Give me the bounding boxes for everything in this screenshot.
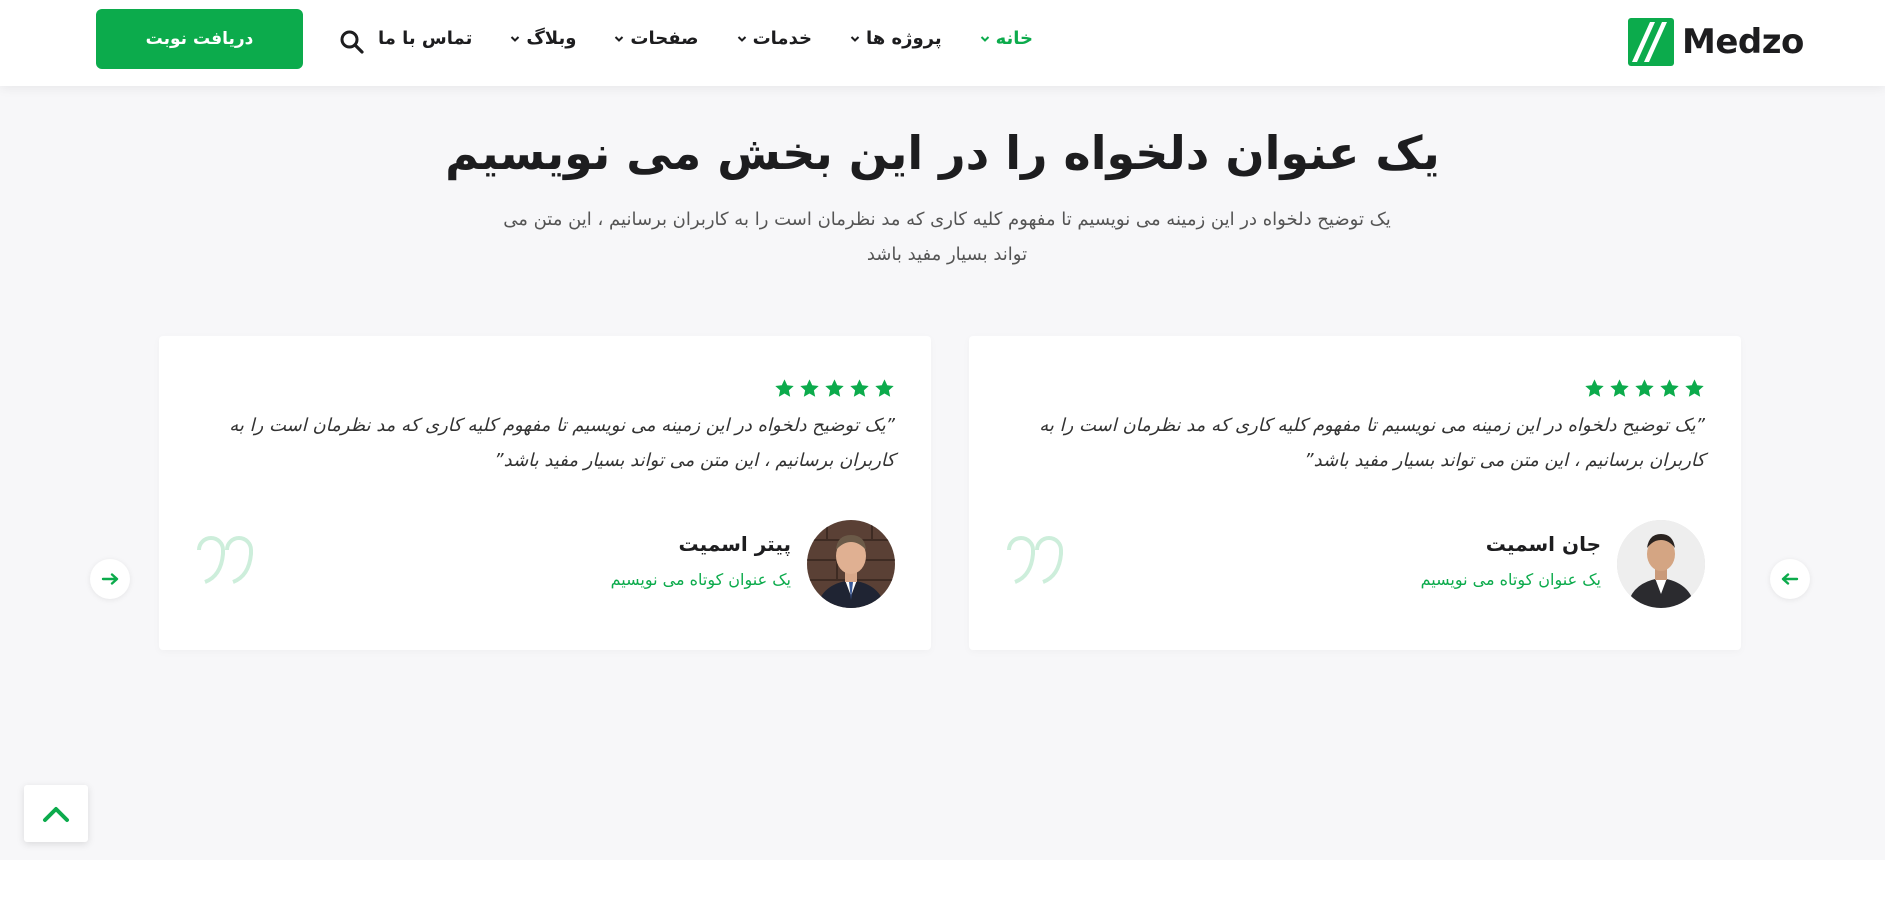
nav-item-label: خانه bbox=[995, 28, 1033, 49]
chevron-down-icon bbox=[615, 35, 624, 42]
logo-text: Medzo bbox=[1682, 22, 1804, 62]
nav-item-home[interactable]: خانه bbox=[980, 28, 1033, 49]
star-icon bbox=[875, 379, 894, 397]
avatar bbox=[807, 520, 895, 608]
chevron-down-icon bbox=[980, 35, 989, 42]
person-photo-icon bbox=[1617, 520, 1705, 608]
testimonial-quote: ”یک توضیح دلخواه در این زمینه می نویسیم … bbox=[229, 415, 895, 471]
person-photo-icon bbox=[807, 520, 895, 608]
chevron-down-icon bbox=[737, 35, 746, 42]
nav-item-label: وبلاگ bbox=[526, 28, 577, 49]
nav-item-pages[interactable]: صفحات bbox=[614, 28, 699, 49]
carousel-prev-button[interactable] bbox=[1770, 559, 1810, 599]
chevron-up-icon bbox=[43, 806, 69, 822]
arrow-right-icon bbox=[101, 573, 119, 585]
avatar bbox=[1617, 520, 1705, 608]
site-header: Medzo خانه پروژه ها خدمات صفحات وبلاگ تم… bbox=[0, 0, 1885, 86]
star-icon bbox=[800, 379, 819, 397]
carousel-next-button[interactable] bbox=[90, 559, 130, 599]
arrow-left-icon bbox=[1781, 573, 1799, 585]
get-appointment-button[interactable]: دریافت نوبت bbox=[96, 9, 303, 69]
nav-item-blog[interactable]: وبلاگ bbox=[510, 28, 576, 49]
star-rating bbox=[1584, 378, 1705, 399]
nav-item-contact[interactable]: تماس با ما bbox=[378, 28, 472, 49]
section-subtitle: یک توضیح دلخواه در این زمینه می نویسیم ت… bbox=[503, 209, 1391, 265]
main-nav: خانه پروژه ها خدمات صفحات وبلاگ تماس با … bbox=[378, 28, 1033, 49]
section-title: یک عنوان دلخواه را در این بخش می نویسیم bbox=[445, 126, 1440, 180]
nav-item-label: تماس با ما bbox=[377, 28, 473, 49]
star-icon bbox=[1610, 379, 1629, 397]
logo[interactable]: Medzo bbox=[1628, 16, 1804, 68]
quote-mark-icon bbox=[1007, 536, 1063, 584]
chevron-down-icon bbox=[511, 35, 520, 42]
nav-item-label: پروژه ها bbox=[865, 28, 942, 49]
testimonial-card: ”یک توضیح دلخواه در این زمینه می نویسیم … bbox=[969, 336, 1741, 650]
chevron-down-icon bbox=[850, 35, 860, 42]
person-role: یک عنوان کوتاه می نویسیم bbox=[1420, 570, 1601, 589]
star-icon bbox=[850, 379, 869, 397]
star-icon bbox=[1685, 379, 1704, 397]
quote-mark-icon bbox=[197, 536, 253, 584]
back-to-top-button[interactable] bbox=[24, 785, 88, 842]
star-icon bbox=[1660, 379, 1679, 397]
star-icon bbox=[825, 379, 844, 397]
star-icon bbox=[1585, 379, 1604, 397]
nav-item-projects[interactable]: پروژه ها bbox=[850, 28, 942, 49]
person-name: جان اسمیت bbox=[1485, 532, 1601, 556]
star-icon bbox=[775, 379, 794, 397]
star-icon bbox=[1635, 379, 1654, 397]
medzo-logo-mark-icon bbox=[1628, 18, 1674, 66]
nav-item-label: خدمات bbox=[752, 28, 812, 49]
nav-item-label: صفحات bbox=[630, 28, 699, 49]
testimonial-card: ”یک توضیح دلخواه در این زمینه می نویسیم … bbox=[159, 336, 931, 650]
star-rating bbox=[774, 378, 895, 399]
testimonial-quote: ”یک توضیح دلخواه در این زمینه می نویسیم … bbox=[1039, 415, 1705, 471]
person-name: پیتر اسمیت bbox=[678, 532, 791, 556]
nav-item-services[interactable]: خدمات bbox=[737, 28, 812, 49]
search-icon[interactable] bbox=[338, 28, 366, 56]
person-role: یک عنوان کوتاه می نویسیم bbox=[610, 570, 791, 589]
